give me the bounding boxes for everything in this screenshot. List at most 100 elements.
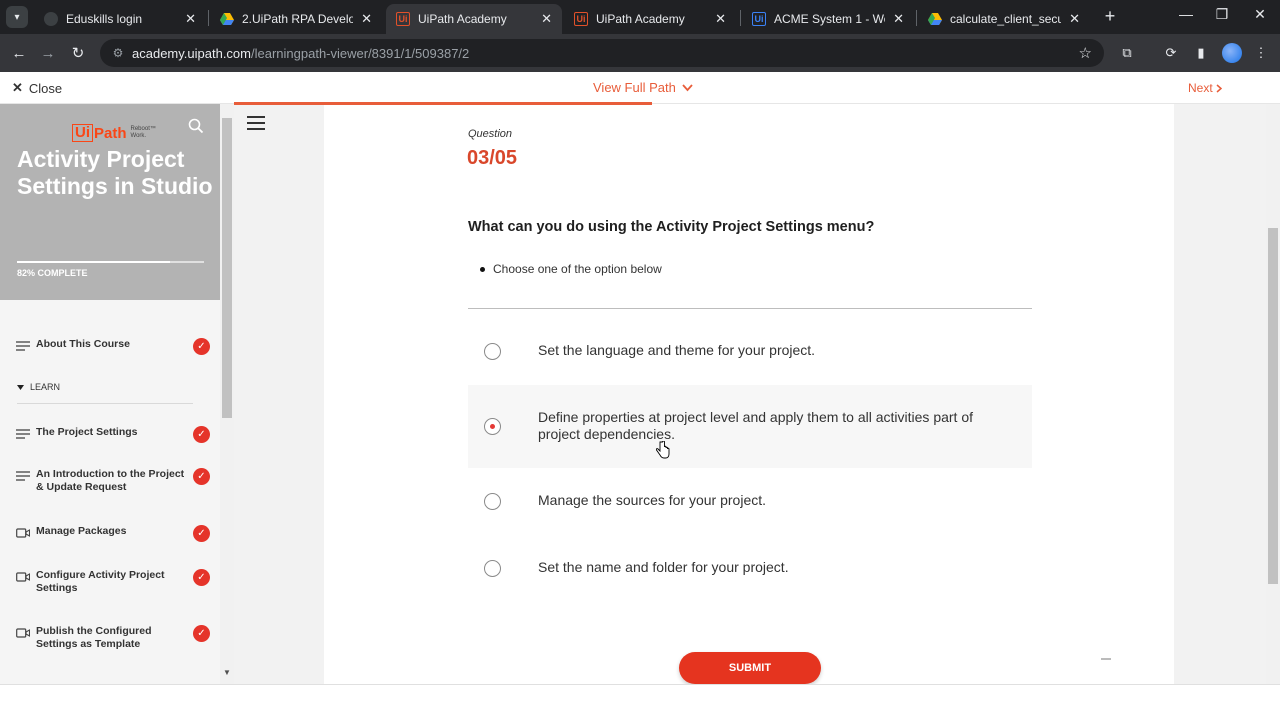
chevron-right-icon — [1216, 83, 1222, 93]
sidebar-item-intro-project-update-request[interactable]: An Introduction to the Project & Update … — [16, 468, 210, 494]
tab-uipath-academy[interactable]: Ui UiPath Academy ✕ — [564, 4, 736, 34]
divider — [468, 308, 1032, 309]
address-bar[interactable]: ⚙ academy.uipath.com/learningpath-viewer… — [100, 39, 1104, 67]
hand-cursor-icon — [656, 441, 670, 459]
new-tab-icon[interactable]: + — [1100, 6, 1120, 27]
close-tab-icon[interactable]: ✕ — [1069, 11, 1080, 27]
video-icon — [16, 628, 30, 638]
video-icon — [16, 528, 30, 538]
bullet-icon — [480, 266, 485, 272]
completed-check-icon: ✓ — [193, 625, 210, 642]
url-text: academy.uipath.com/learningpath-viewer/8… — [132, 45, 470, 61]
lines-icon — [16, 429, 30, 439]
completed-check-icon: ✓ — [193, 525, 210, 542]
reload-icon[interactable]: ↻ — [67, 42, 89, 64]
answer-option-1[interactable]: Set the language and theme for your proj… — [468, 334, 1032, 368]
lines-icon — [16, 471, 30, 481]
course-sidebar: Ui Path Reboot™ Work. Activity Project Se… — [0, 104, 234, 684]
close-icon: ✕ — [12, 80, 23, 95]
tab-uipath-academy-active[interactable]: Ui UiPath Academy ✕ — [386, 4, 562, 34]
close-button[interactable]: ✕ Close — [12, 80, 62, 96]
close-tab-icon[interactable]: ✕ — [893, 11, 904, 27]
completed-check-icon: ✓ — [193, 468, 210, 485]
radio-button[interactable] — [484, 560, 501, 577]
forward-icon[interactable]: → — [37, 42, 59, 64]
tab-separator — [916, 10, 917, 26]
answer-option-2[interactable]: Define properties at project level and a… — [468, 385, 1032, 468]
section-header-learn[interactable]: LEARN — [17, 382, 60, 392]
bookmark-star-icon[interactable]: ☆ — [1079, 44, 1092, 62]
scroll-down-icon[interactable]: ▼ — [220, 668, 234, 682]
main-scrollbar-thumb[interactable] — [1268, 228, 1278, 584]
browser-tab-strip: ▾ Eduskills login ✕ 2.UiPath RPA Develop… — [0, 0, 1280, 34]
sidebar-scrollbar-thumb[interactable] — [222, 118, 232, 418]
screen: ▾ Eduskills login ✕ 2.UiPath RPA Develop… — [0, 0, 1280, 720]
course-progress-bar — [17, 261, 204, 263]
video-icon — [16, 572, 30, 582]
drive-icon — [220, 12, 234, 26]
course-header-bar: ✕ Close View Full Path Next — [0, 72, 1280, 104]
drive-icon — [928, 12, 942, 26]
instruction: Choose one of the option below — [480, 262, 662, 276]
next-button[interactable]: Next — [1188, 81, 1222, 95]
close-tab-icon[interactable]: ✕ — [185, 11, 196, 27]
sidebar-item-manage-packages[interactable]: Manage Packages ✓ — [16, 525, 210, 542]
close-tab-icon[interactable]: ✕ — [715, 11, 726, 27]
radio-button[interactable] — [484, 493, 501, 510]
menu-icon[interactable]: ⋮ — [1252, 44, 1270, 62]
caret-down-icon — [17, 384, 24, 390]
view-full-path-button[interactable]: View Full Path — [593, 80, 693, 95]
profile-avatar[interactable] — [1222, 43, 1242, 63]
close-window-icon[interactable]: ✕ — [1248, 6, 1272, 23]
sidebar-item-about-this-course[interactable]: About This Course ✓ — [16, 338, 210, 355]
search-icon[interactable] — [188, 118, 204, 134]
minimize-dash — [1101, 658, 1111, 660]
sidebar-item-publish-configured-settings[interactable]: Publish the Configured Settings as Templ… — [16, 625, 210, 651]
answer-option-4[interactable]: Set the name and folder for your project… — [468, 551, 1032, 585]
performance-icon[interactable]: ⟳ — [1162, 44, 1180, 62]
answer-option-3[interactable]: Manage the sources for your project. — [468, 484, 1032, 518]
course-hero: Ui Path Reboot™ Work. Activity Project Se… — [0, 104, 220, 300]
tab-uipath-rpa-developer[interactable]: 2.UiPath RPA Developer Ac ✕ — [210, 4, 382, 34]
close-tab-icon[interactable]: ✕ — [541, 11, 552, 27]
lines-icon — [16, 341, 30, 351]
completed-check-icon: ✓ — [193, 338, 210, 355]
tab-separator — [208, 10, 209, 26]
radio-button-selected[interactable] — [484, 418, 501, 435]
globe-icon — [44, 12, 58, 26]
tab-separator — [740, 10, 741, 26]
sidebar-item-configure-activity-project-settings[interactable]: Configure Activity Project Settings ✓ — [16, 569, 210, 595]
completed-check-icon: ✓ — [193, 426, 210, 443]
tab-search-icon[interactable]: ▾ — [6, 6, 28, 28]
question-text: What can you do using the Activity Proje… — [468, 219, 875, 235]
side-panel-icon[interactable]: ▮ — [1192, 44, 1210, 62]
tab-acme-system[interactable]: Ui ACME System 1 - Work Iter ✕ — [742, 4, 914, 34]
sidebar-item-the-project-settings[interactable]: The Project Settings ✓ — [16, 426, 210, 443]
site-info-icon[interactable]: ⚙ — [104, 46, 132, 60]
ui-blue-icon: Ui — [752, 12, 766, 26]
uipath-logo: Ui Path Reboot™ Work. — [72, 124, 161, 142]
progress-label: 82% COMPLETE — [17, 268, 88, 278]
uipath-icon: Ui — [574, 12, 588, 26]
hamburger-menu-icon[interactable] — [247, 116, 265, 130]
submit-button[interactable]: SUBMIT — [679, 652, 821, 684]
completed-check-icon: ✓ — [193, 569, 210, 586]
close-tab-icon[interactable]: ✕ — [361, 11, 372, 27]
uipath-icon: Ui — [396, 12, 410, 26]
chevron-down-icon — [682, 83, 693, 91]
restore-icon[interactable]: ❐ — [1210, 6, 1234, 23]
question-number: 03/05 — [467, 147, 518, 169]
path-progress-bar — [234, 102, 652, 105]
browser-toolbar: ← → ↻ ⚙ academy.uipath.com/learningpath-… — [0, 34, 1280, 72]
divider — [17, 403, 193, 404]
radio-button[interactable] — [484, 343, 501, 360]
course-progress-fill — [17, 261, 171, 263]
back-icon[interactable]: ← — [8, 42, 30, 64]
course-title: Activity Project Settings in Studio — [17, 146, 213, 199]
tab-calculate-client-security[interactable]: calculate_client_security_h ✕ — [918, 4, 1090, 34]
minimize-icon[interactable]: — — [1174, 6, 1198, 22]
extensions-icon[interactable]: ⧉ — [1118, 44, 1136, 62]
tab-eduskills[interactable]: Eduskills login ✕ — [34, 4, 206, 34]
page-bottom — [0, 684, 1280, 720]
question-label: Question — [468, 128, 513, 140]
